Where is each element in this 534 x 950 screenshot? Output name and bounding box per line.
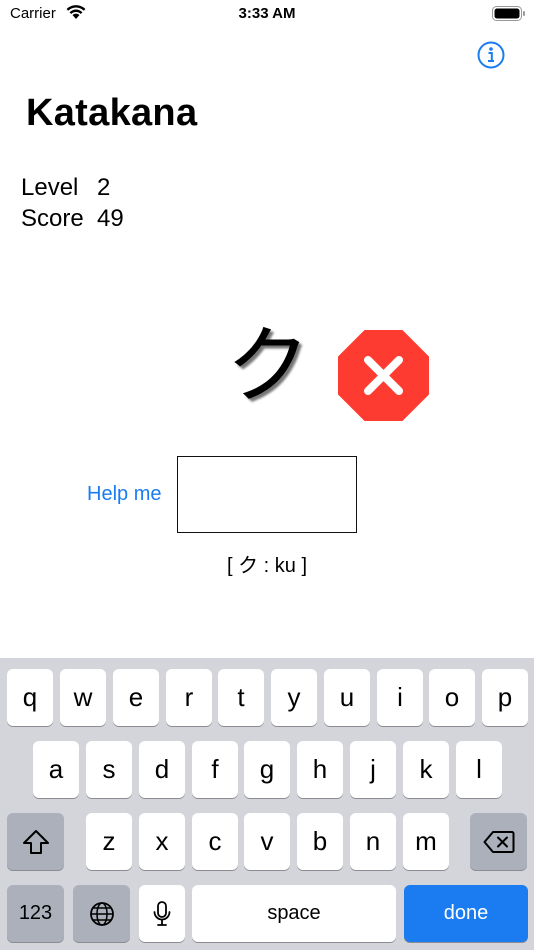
- backspace-key[interactable]: [470, 813, 527, 870]
- key-o[interactable]: o: [429, 669, 475, 726]
- score-value: 49: [97, 205, 124, 232]
- level-value: 2: [97, 174, 111, 201]
- key-s[interactable]: s: [86, 741, 132, 798]
- key-z[interactable]: z: [86, 813, 132, 870]
- space-key[interactable]: space: [192, 885, 396, 942]
- key-j[interactable]: j: [350, 741, 396, 798]
- key-m[interactable]: m: [403, 813, 449, 870]
- battery-icon: [492, 6, 525, 21]
- key-b[interactable]: b: [297, 813, 343, 870]
- key-q[interactable]: q: [7, 669, 53, 726]
- key-y[interactable]: y: [271, 669, 317, 726]
- globe-key[interactable]: [73, 885, 130, 942]
- answer-input[interactable]: [177, 456, 357, 533]
- key-h[interactable]: h: [297, 741, 343, 798]
- key-k[interactable]: k: [403, 741, 449, 798]
- key-x[interactable]: x: [139, 813, 185, 870]
- dictation-key[interactable]: [139, 885, 185, 942]
- key-w[interactable]: w: [60, 669, 106, 726]
- numbers-key[interactable]: 123: [7, 885, 64, 942]
- key-t[interactable]: t: [218, 669, 264, 726]
- key-p[interactable]: p: [482, 669, 528, 726]
- shift-key[interactable]: [7, 813, 64, 870]
- page-title: Katakana: [26, 92, 198, 134]
- level-label: Level: [21, 174, 79, 201]
- key-g[interactable]: g: [244, 741, 290, 798]
- key-f[interactable]: f: [192, 741, 238, 798]
- hint-text: [ ク : ku ]: [226, 555, 308, 577]
- quiz-character: ク: [226, 317, 311, 415]
- key-a[interactable]: a: [33, 741, 79, 798]
- key-v[interactable]: v: [244, 813, 290, 870]
- key-c[interactable]: c: [192, 813, 238, 870]
- key-i[interactable]: i: [377, 669, 423, 726]
- key-d[interactable]: d: [139, 741, 185, 798]
- globe-icon: [89, 901, 114, 926]
- wrong-answer-icon: [338, 330, 429, 421]
- stats-panel: Level 2 Score 49: [21, 172, 124, 234]
- shift-icon: [22, 829, 49, 854]
- key-e[interactable]: e: [113, 669, 159, 726]
- keyboard: q w e r t y u i o p a s d f g h j k l z …: [0, 658, 534, 950]
- done-key[interactable]: done: [404, 885, 528, 942]
- clock: 3:33 AM: [238, 5, 296, 22]
- score-row: Score 49: [21, 203, 124, 234]
- help-me-button[interactable]: Help me: [87, 483, 161, 506]
- score-label: Score: [21, 205, 84, 232]
- key-l[interactable]: l: [456, 741, 502, 798]
- key-u[interactable]: u: [324, 669, 370, 726]
- status-bar: Carrier 3:33 AM: [0, 0, 534, 28]
- level-row: Level 2: [21, 172, 124, 203]
- key-n[interactable]: n: [350, 813, 396, 870]
- microphone-icon: [153, 900, 171, 926]
- backspace-icon: [483, 830, 514, 853]
- info-icon[interactable]: [476, 40, 506, 70]
- key-r[interactable]: r: [166, 669, 212, 726]
